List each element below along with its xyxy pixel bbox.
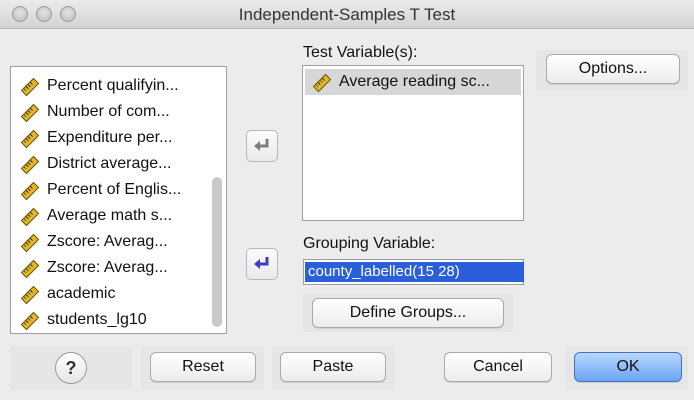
variable-item[interactable]: academic [11, 281, 206, 307]
scale-variable-icon [20, 285, 40, 305]
scale-variable-icon [20, 259, 40, 279]
paste-button[interactable]: Paste [280, 352, 386, 382]
help-button[interactable]: ? [55, 352, 87, 384]
define-groups-button[interactable]: Define Groups... [312, 298, 504, 328]
grouping-variable-field[interactable]: county_labelled(15 28) [303, 259, 524, 285]
source-variable-list[interactable]: Percent qualifyin... Number of com... Ex… [10, 66, 227, 334]
options-button[interactable]: Options... [546, 54, 680, 84]
scale-variable-icon [20, 311, 40, 331]
reset-button[interactable]: Reset [150, 352, 256, 382]
variable-item[interactable]: Average math s... [11, 203, 206, 229]
scale-variable-icon [20, 155, 40, 175]
scale-variable-icon [20, 77, 40, 97]
scale-variable-icon [20, 103, 40, 123]
move-grouping-variable-button[interactable] [246, 248, 278, 280]
scale-variable-icon [312, 73, 332, 93]
scale-variable-icon [20, 129, 40, 149]
scale-variable-icon [20, 207, 40, 227]
test-variables-list[interactable]: Average reading sc... [302, 65, 524, 221]
variable-item[interactable]: District average... [11, 151, 206, 177]
cancel-button[interactable]: Cancel [444, 352, 552, 382]
variable-item[interactable]: Percent of Englis... [11, 177, 206, 203]
variable-item[interactable]: students_lg10 [11, 307, 206, 333]
move-test-variable-button[interactable] [246, 130, 278, 162]
variable-item[interactable]: Zscore: Averag... [11, 229, 206, 255]
list-scrollbar[interactable] [212, 177, 222, 327]
ok-button[interactable]: OK [574, 352, 682, 382]
variable-item[interactable]: Number of com... [11, 99, 206, 125]
scale-variable-icon [20, 181, 40, 201]
variable-item[interactable]: Zscore: Averag... [11, 255, 206, 281]
test-variable-item[interactable]: Average reading sc... [305, 69, 521, 95]
test-variables-label: Test Variable(s): [303, 44, 418, 61]
grouping-variable-value: county_labelled(15 28) [305, 262, 524, 282]
arrow-left-icon [254, 257, 269, 269]
variable-item[interactable]: Percent qualifyin... [11, 73, 206, 99]
variable-item[interactable]: Expenditure per... [11, 125, 206, 151]
arrow-left-icon [254, 139, 269, 151]
title-bar: Independent-Samples T Test [0, 0, 694, 29]
grouping-variable-label: Grouping Variable: [303, 235, 436, 252]
t-test-dialog: Independent-Samples T Test Percent quali… [0, 0, 694, 400]
window-title: Independent-Samples T Test [238, 5, 456, 24]
scale-variable-icon [20, 233, 40, 253]
